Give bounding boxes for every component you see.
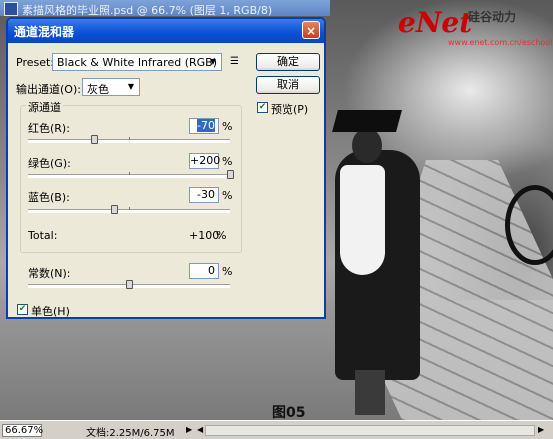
- chevron-down-icon: ▼: [209, 57, 217, 66]
- document-size: 文档:2.25M/6.75M: [86, 428, 175, 439]
- monochrome-label: 单色(H): [31, 305, 70, 318]
- status-bar: 66.67% 文档:2.25M/6.75M ▶ ◀ ▶: [0, 420, 553, 439]
- preset-label: Preset:: [16, 56, 55, 69]
- constant-slider-thumb[interactable]: [126, 280, 133, 289]
- chevron-down-icon: ▼: [127, 82, 135, 91]
- graduate-head: [352, 128, 382, 163]
- source-channels-title: 源通道: [26, 99, 63, 115]
- red-unit: %: [222, 120, 233, 133]
- blue-channel-value: -30: [197, 188, 215, 201]
- constant-label: 常数(N):: [28, 267, 71, 280]
- output-channel-label: 输出通道(O):: [16, 83, 81, 96]
- green-slider-center-tick: [129, 172, 130, 175]
- scroll-right-icon[interactable]: ▶: [538, 425, 544, 434]
- document-titlebar[interactable]: 素描风格的毕业照.psd @ 66.7% (图层 1, RGB/8): [0, 0, 330, 17]
- red-channel-label: 红色(R):: [28, 122, 70, 135]
- enet-logo: eNet: [398, 6, 473, 39]
- status-menu-arrow-icon[interactable]: ▶: [186, 425, 192, 434]
- zoom-input[interactable]: 66.67%: [2, 424, 43, 437]
- blue-unit: %: [222, 189, 233, 202]
- cancel-button[interactable]: 取消: [256, 76, 320, 94]
- constant-value: 0: [208, 264, 215, 277]
- total-value: +100: [189, 229, 220, 242]
- constant-input[interactable]: 0: [189, 263, 219, 279]
- scroll-left-icon[interactable]: ◀: [197, 425, 203, 434]
- red-channel-value: -70: [197, 119, 215, 132]
- graduate-legs: [355, 370, 385, 415]
- list-menu-icon[interactable]: ☰: [230, 56, 239, 67]
- blue-channel-label: 蓝色(B):: [28, 191, 70, 204]
- enet-logo-subtitle: 硅谷动力: [468, 10, 517, 24]
- dialog-titlebar[interactable]: 通道混和器 ×: [8, 19, 324, 43]
- output-channel-select[interactable]: 灰色 ▼: [82, 78, 140, 96]
- total-label: Total:: [28, 229, 58, 242]
- green-channel-value: +200: [190, 154, 221, 167]
- constant-unit: %: [222, 265, 233, 278]
- red-slider-thumb[interactable]: [90, 135, 98, 144]
- graduation-cap: [332, 110, 402, 132]
- green-channel-label: 绿色(G):: [28, 157, 71, 170]
- green-unit: %: [222, 155, 233, 168]
- blue-slider-thumb[interactable]: [110, 205, 118, 214]
- ok-button[interactable]: 确定: [256, 53, 320, 71]
- total-unit: %: [216, 229, 227, 242]
- horizontal-scrollbar[interactable]: [205, 425, 535, 436]
- document-title: 素描风格的毕业照.psd @ 66.7% (图层 1, RGB/8): [22, 4, 273, 17]
- dialog-title: 通道混和器: [14, 25, 75, 39]
- preview-label: 预览(P): [271, 103, 309, 116]
- red-channel-input[interactable]: -70: [189, 118, 219, 134]
- photoshop-doc-icon: [4, 2, 18, 16]
- green-slider-thumb[interactable]: [227, 170, 234, 179]
- close-icon[interactable]: ×: [302, 21, 320, 39]
- green-channel-input[interactable]: +200: [189, 153, 221, 169]
- preset-select[interactable]: Black & White Infrared (RGB) ▼: [52, 53, 222, 71]
- figure-label: 图05: [272, 405, 306, 421]
- blue-slider-center-tick: [129, 207, 130, 210]
- graduate-hood: [340, 165, 385, 275]
- preset-value: Black & White Infrared (RGB): [57, 56, 217, 69]
- channel-mixer-dialog: 通道混和器 × Preset: Black & White Infrared (…: [6, 17, 326, 319]
- preview-checkbox[interactable]: ✔: [257, 102, 268, 113]
- blue-channel-input[interactable]: -30: [189, 187, 219, 203]
- monochrome-checkbox[interactable]: ✔: [17, 304, 28, 315]
- red-slider-center-tick: [129, 137, 130, 140]
- enet-logo-url: www.enet.com.cn/eschool: [448, 38, 553, 47]
- output-channel-value: 灰色: [87, 83, 109, 96]
